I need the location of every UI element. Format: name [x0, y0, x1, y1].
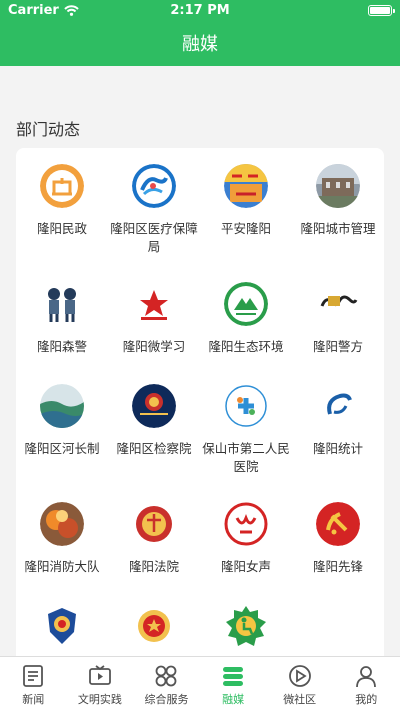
department-label: 隆阳先锋: [312, 559, 363, 574]
page-title: 融媒: [182, 34, 218, 55]
department-label: 隆阳民政: [36, 221, 87, 236]
department-item[interactable]: 隆阳森警: [16, 282, 108, 356]
department-card: 隆阳民政 隆阳区医疗保障局 平安隆阳 隆阳城市管理隆阳森警 隆阳微学习 隆阳生态环境 隆阳警…: [16, 148, 384, 668]
department-item[interactable]: 保山市第二人民医院: [200, 384, 292, 476]
department-label: 隆阳森警: [36, 339, 87, 354]
public-security-logo-icon: [40, 604, 84, 648]
civil-affairs-logo-icon: [40, 164, 84, 208]
media-stack-icon: [220, 663, 246, 689]
department-item[interactable]: 隆阳警方: [292, 282, 384, 356]
medical-security-logo-icon: [132, 164, 176, 208]
department-label: 隆阳生态环境: [208, 339, 284, 354]
department-label: 保山市第二人民医院: [202, 441, 290, 474]
safe-longyang-logo-icon: [224, 164, 268, 208]
tab-label: 文明实践: [77, 693, 122, 706]
tab-label: 融媒: [222, 693, 245, 706]
department-label: 平安隆阳: [220, 221, 271, 236]
department-item[interactable]: 隆阳生态环境: [200, 282, 292, 356]
department-item[interactable]: 隆阳法院: [108, 502, 200, 576]
department-label: 隆阳区检察院: [116, 441, 192, 456]
micro-learning-logo-icon: [132, 282, 176, 326]
tab-item[interactable]: 融媒: [200, 657, 267, 710]
department-item[interactable]: [200, 604, 292, 648]
department-item[interactable]: 隆阳区检察院: [108, 384, 200, 458]
forest-police-logo-icon: [40, 282, 84, 326]
statistics-logo-icon: [316, 384, 360, 428]
tab-item[interactable]: 综合服务: [133, 657, 200, 710]
department-label: 隆阳法院: [128, 559, 179, 574]
department-item[interactable]: 平安隆阳: [200, 164, 292, 238]
tab-label: 综合服务: [144, 693, 189, 706]
department-item[interactable]: 隆阳女声: [200, 502, 292, 576]
community-play-icon: [287, 663, 313, 689]
department-item[interactable]: [16, 604, 108, 648]
department-item[interactable]: 隆阳民政: [16, 164, 108, 238]
department-label: 隆阳女声: [220, 559, 271, 574]
department-label: 隆阳消防大队: [24, 559, 100, 574]
department-item[interactable]: 隆阳先锋: [292, 502, 384, 576]
profile-icon: [353, 663, 379, 689]
tab-item[interactable]: 微社区: [266, 657, 333, 710]
battery-icon: [368, 5, 395, 16]
status-time: 2:17 PM: [170, 3, 230, 18]
tab-label: 我的: [355, 693, 378, 706]
womens-federation-logo-icon: [224, 502, 268, 546]
river-chief-logo-icon: [40, 384, 84, 428]
news-icon: [20, 663, 46, 689]
police-emblem-logo-icon: [132, 604, 176, 648]
top-bar: Carrier 2:17 PM 融媒: [0, 0, 400, 66]
section-title: 部门动态: [16, 120, 81, 139]
department-label: 隆阳微学习: [122, 339, 186, 354]
ecology-environment-logo-icon: [224, 282, 268, 326]
department-item[interactable]: 隆阳统计: [292, 384, 384, 458]
status-bar: Carrier 2:17 PM: [0, 0, 400, 22]
department-item[interactable]: 隆阳微学习: [108, 282, 200, 356]
tab-item[interactable]: 文明实践: [67, 657, 134, 710]
department-item[interactable]: 隆阳区医疗保障局: [108, 164, 200, 256]
tab-bar: 新闻 文明实践 综合服务 融媒 微社区 我的: [0, 656, 400, 710]
party-pioneer-logo-icon: [316, 502, 360, 546]
police-logo-icon: [316, 282, 360, 326]
tab-label: 新闻: [22, 693, 45, 706]
department-item[interactable]: 隆阳城市管理: [292, 164, 384, 238]
tab-label: 微社区: [283, 693, 317, 706]
disabled-federation-logo-icon: [224, 604, 268, 648]
procuratorate-logo-icon: [132, 384, 176, 428]
department-item[interactable]: 隆阳消防大队: [16, 502, 108, 576]
department-label: 隆阳统计: [312, 441, 363, 456]
department-label: 隆阳城市管理: [300, 221, 376, 236]
department-label: 隆阳警方: [312, 339, 363, 354]
fire-brigade-logo-icon: [40, 502, 84, 546]
tab-item[interactable]: 我的: [333, 657, 400, 710]
department-label: 隆阳区医疗保障局: [110, 221, 198, 254]
services-grid-icon: [153, 663, 179, 689]
department-item[interactable]: 隆阳区河长制: [16, 384, 108, 458]
court-logo-icon: [132, 502, 176, 546]
hospital-logo-icon: [224, 384, 268, 428]
department-label: 隆阳区河长制: [24, 441, 100, 456]
civilization-tv-icon: [87, 663, 113, 689]
city-management-logo-icon: [316, 164, 360, 208]
department-item[interactable]: [108, 604, 200, 648]
tab-item[interactable]: 新闻: [0, 657, 67, 710]
